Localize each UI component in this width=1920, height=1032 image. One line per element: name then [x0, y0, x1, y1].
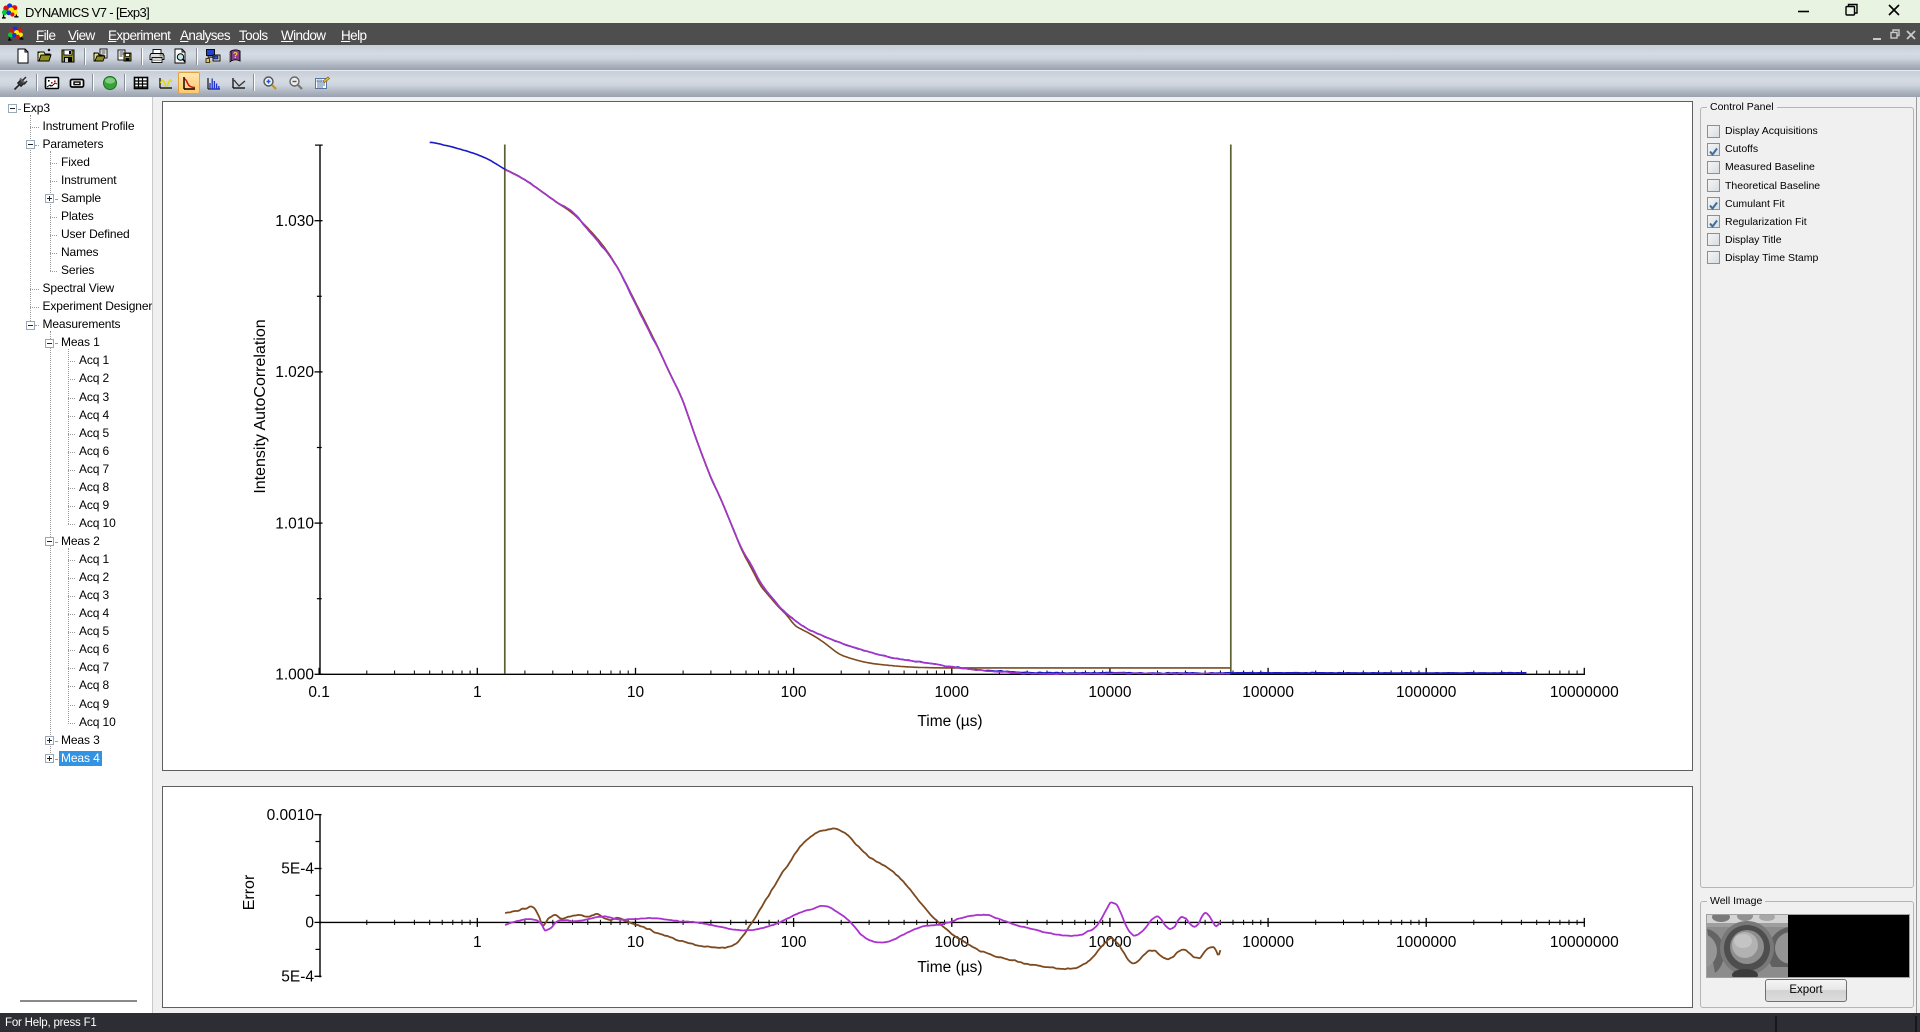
- svg-text:100000: 100000: [1242, 684, 1294, 701]
- svg-text:100: 100: [781, 684, 807, 701]
- svg-text:0.1: 0.1: [308, 684, 330, 701]
- svg-text:1: 1: [473, 934, 482, 951]
- svg-text:1000000: 1000000: [1396, 934, 1457, 951]
- svg-text:10000000: 10000000: [1550, 934, 1619, 951]
- svg-text:Time (µs): Time (µs): [917, 959, 982, 976]
- svg-text:5E-4: 5E-4: [281, 969, 314, 986]
- svg-text:100000: 100000: [1242, 934, 1294, 951]
- svg-text:Time (µs): Time (µs): [917, 713, 982, 730]
- svg-text:5E-4: 5E-4: [281, 861, 314, 878]
- svg-text:0: 0: [305, 915, 314, 932]
- svg-text:?: ?: [233, 51, 238, 60]
- svg-text:1.030: 1.030: [275, 213, 314, 230]
- svg-text:1.020: 1.020: [275, 364, 314, 381]
- svg-text:Intensity AutoCorrelation: Intensity AutoCorrelation: [252, 319, 269, 493]
- svg-text:10: 10: [627, 934, 645, 951]
- svg-text:1000: 1000: [935, 684, 970, 701]
- svg-text:10000: 10000: [1088, 684, 1131, 701]
- svg-text:1000000: 1000000: [1396, 684, 1457, 701]
- svg-text:1: 1: [473, 684, 482, 701]
- svg-text:Error: Error: [241, 874, 258, 910]
- svg-text:10: 10: [627, 684, 645, 701]
- svg-text:1.000: 1.000: [275, 667, 314, 684]
- svg-text:100: 100: [781, 934, 807, 951]
- svg-text:10000: 10000: [1088, 934, 1131, 951]
- svg-text:0.0010: 0.0010: [267, 807, 315, 824]
- svg-text:1.010: 1.010: [275, 515, 314, 532]
- svg-text:10000000: 10000000: [1550, 684, 1619, 701]
